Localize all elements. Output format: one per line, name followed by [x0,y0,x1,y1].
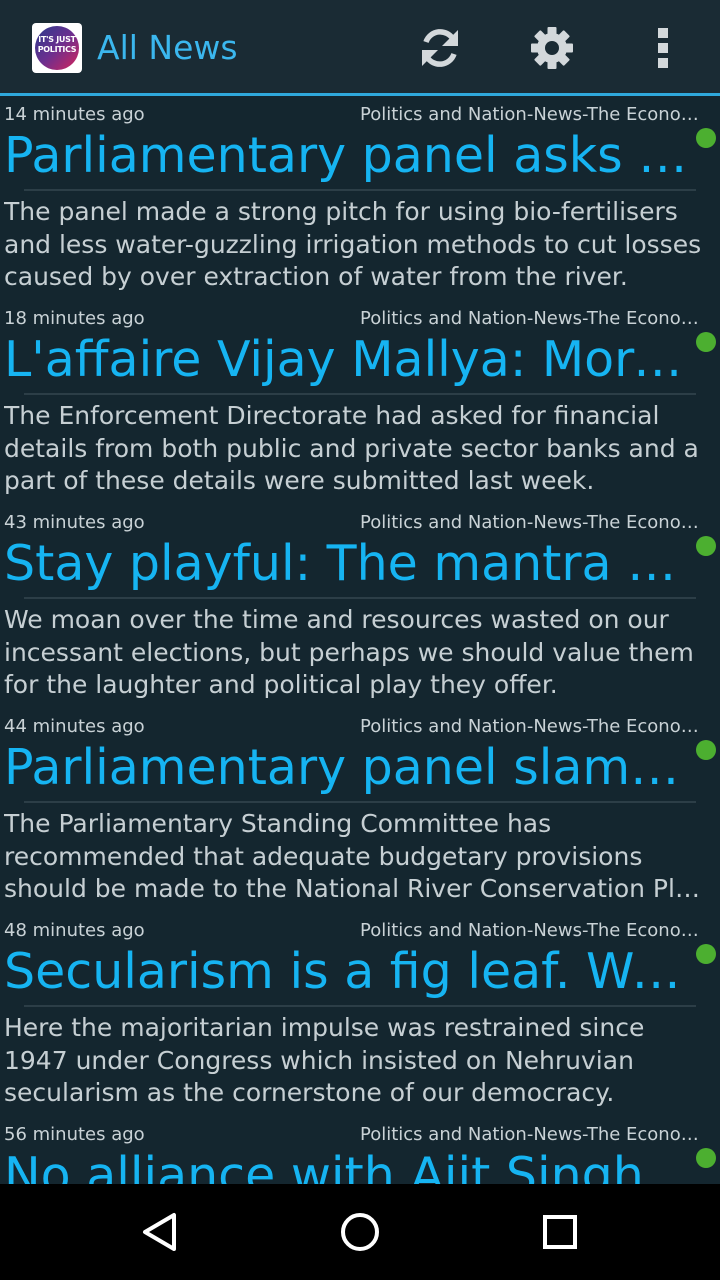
item-summary: The Enforcement Directorate had asked fo… [4,401,699,495]
home-circle-icon [341,1213,379,1251]
item-source: Politics and Nation-News-The Economic Ti… [360,104,716,125]
news-item[interactable]: 18 minutes ago Politics and Nation-News-… [0,300,720,504]
gear-icon [531,27,573,69]
item-time: 43 minutes ago [4,512,145,533]
item-summary: The panel made a strong pitch for using … [4,197,702,291]
back-triangle-icon [143,1213,176,1251]
settings-button[interactable] [526,22,578,74]
system-nav-bar [0,1184,720,1280]
unread-dot-icon [696,740,716,760]
item-summary: The Parliamentary Standing Committee has… [4,809,707,903]
app-bar: IT'S JUST POLITICS All News [0,0,720,96]
news-item[interactable]: 14 minutes ago Politics and Nation-News-… [0,96,720,300]
item-source: Politics and Nation-News-The Economic Ti… [360,308,716,329]
unread-dot-icon [696,128,716,148]
app-logo-text: IT'S JUST POLITICS [36,35,78,55]
item-time: 44 minutes ago [4,716,145,737]
headline-divider [24,801,696,803]
item-headline[interactable]: Secularism is a fig leaf. We’re a majori… [4,942,696,1002]
headline-divider [24,1005,696,1007]
logo-text-line2: POLITICS [37,45,77,54]
logo-text-line1: IT'S JUST [38,35,76,44]
home-button[interactable] [336,1208,384,1256]
unread-dot-icon [696,944,716,964]
unread-dot-icon [696,536,716,556]
headline-divider [24,189,696,191]
item-source: Politics and Nation-News-The Economic Ti… [360,512,716,533]
unread-dot-icon [696,1148,716,1168]
item-headline[interactable]: Stay playful: The mantra you need this e… [4,534,696,594]
item-headline[interactable]: L'affaire Vijay Mallya: More banks submi… [4,330,696,390]
item-summary: Here the majoritarian impulse was restra… [4,1013,645,1107]
item-headline[interactable]: No alliance with Ajit Singh's RLD [4,1146,696,1184]
back-button[interactable] [136,1208,184,1256]
app-logo[interactable]: IT'S JUST POLITICS [32,23,82,73]
headline-divider [24,597,696,599]
item-headline[interactable]: Parliamentary panel slams govt over rive… [4,738,696,798]
news-item[interactable]: 48 minutes ago Politics and Nation-News-… [0,912,720,1116]
news-item[interactable]: 44 minutes ago Politics and Nation-News-… [0,708,720,912]
item-source: Politics and Nation-News-The Economic Ti… [360,920,716,941]
item-source: Politics and Nation-News-The Economic Ti… [360,1124,716,1145]
screen: IT'S JUST POLITICS All News 14 minutes a… [0,0,720,1280]
item-time: 18 minutes ago [4,308,145,329]
item-headline[interactable]: Parliamentary panel asks govt to promote… [4,126,696,186]
news-item[interactable]: 56 minutes ago Politics and Nation-News-… [0,1116,720,1184]
refresh-button[interactable] [414,22,466,74]
item-time: 56 minutes ago [4,1124,145,1145]
app-title: All News [97,28,238,67]
recents-button[interactable] [536,1208,584,1256]
item-source: Politics and Nation-News-The Economic Ti… [360,716,716,737]
news-feed[interactable]: 14 minutes ago Politics and Nation-News-… [0,96,720,1184]
overflow-menu-button[interactable] [638,22,690,74]
item-time: 14 minutes ago [4,104,145,125]
news-item[interactable]: 43 minutes ago Politics and Nation-News-… [0,504,720,708]
item-time: 48 minutes ago [4,920,145,941]
item-summary: We moan over the time and resources wast… [4,605,694,699]
more-vert-icon [658,28,668,68]
refresh-icon [422,29,458,67]
unread-dot-icon [696,332,716,352]
recents-square-icon [543,1215,577,1249]
headline-divider [24,393,696,395]
